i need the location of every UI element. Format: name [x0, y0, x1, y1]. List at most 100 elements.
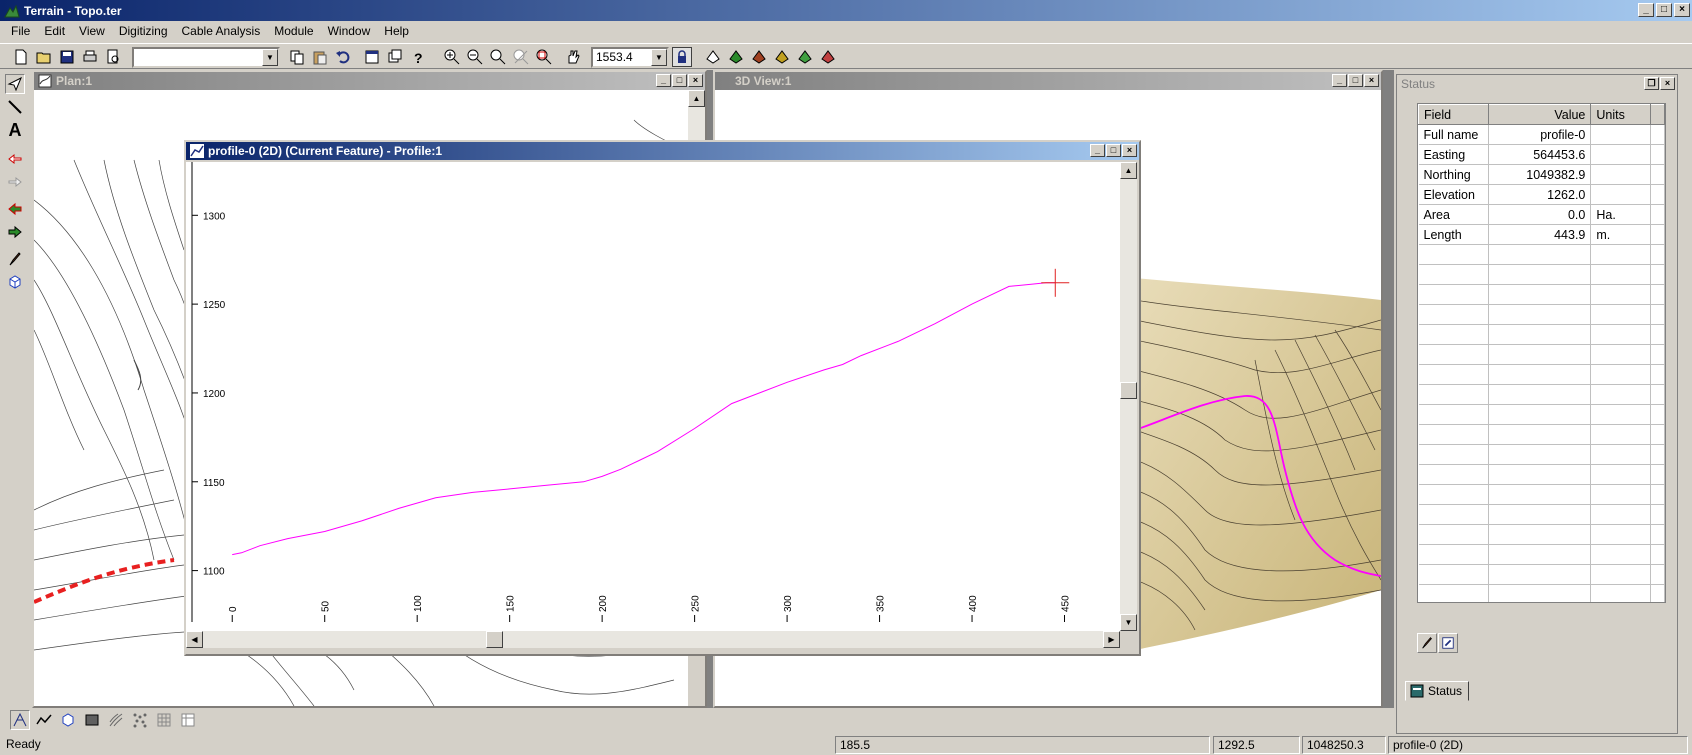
points-icon[interactable] — [130, 710, 150, 730]
render-5-icon[interactable] — [795, 47, 815, 67]
new-file-icon[interactable] — [11, 47, 31, 67]
menu-module[interactable]: Module — [267, 21, 320, 41]
menu-file[interactable]: File — [4, 21, 37, 41]
status-header-field[interactable]: Field — [1418, 104, 1489, 125]
close-button[interactable]: × — [1674, 3, 1690, 17]
menu-view[interactable]: View — [72, 21, 112, 41]
3d-view-titlebar[interactable]: 3D View:1 _ □ × — [715, 72, 1381, 90]
brush-icon[interactable] — [5, 249, 25, 269]
3d-cube-icon[interactable] — [58, 710, 78, 730]
layer-combo[interactable]: ▼ — [132, 47, 280, 68]
render-1-icon[interactable] — [703, 47, 723, 67]
profile-view-icon[interactable] — [34, 710, 54, 730]
zoom-window-icon[interactable] — [534, 47, 554, 67]
plan-view-icon[interactable] — [10, 710, 30, 730]
status-header-units[interactable]: Units — [1590, 104, 1652, 125]
status-close-button[interactable]: × — [1660, 77, 1675, 90]
menu-cable-analysis[interactable]: Cable Analysis — [175, 21, 268, 41]
window-icon[interactable] — [385, 47, 405, 67]
shaded-view-icon[interactable] — [82, 710, 102, 730]
empty-cell — [1590, 564, 1652, 585]
plan-close-button[interactable]: × — [688, 74, 703, 87]
3d-minimize-button[interactable]: _ — [1332, 74, 1347, 87]
profile-window-titlebar[interactable]: profile-0 (2D) (Current Feature) - Profi… — [186, 142, 1139, 160]
profile-chart-area[interactable]: 1100 1150 1200 1250 1300 0 50 100 150 200 250 300 3… — [186, 162, 1120, 631]
profile-maximize-button[interactable]: □ — [1106, 144, 1121, 157]
status-restore-button[interactable]: ❐ — [1644, 77, 1659, 90]
status-panel-titlebar[interactable]: Status ❐ × — [1397, 75, 1677, 93]
cube-icon[interactable] — [5, 272, 25, 292]
print-icon[interactable] — [80, 47, 100, 67]
scroll-down-icon[interactable]: ▼ — [1120, 614, 1137, 631]
plan-minimize-button[interactable]: _ — [656, 74, 671, 87]
pan-icon[interactable] — [563, 47, 583, 67]
table-row[interactable]: Full name profile-0 — [1418, 124, 1665, 145]
plan-window-titlebar[interactable]: Plan:1 _ □ × — [34, 72, 705, 90]
status-edit-icon[interactable] — [1438, 633, 1458, 653]
3d-close-button[interactable]: × — [1364, 74, 1379, 87]
remove-point-icon[interactable] — [5, 172, 25, 192]
scroll-right-icon[interactable]: ▶ — [1103, 631, 1120, 648]
render-3-icon[interactable] — [749, 47, 769, 67]
empty-cell — [1590, 584, 1652, 602]
line-tool-icon[interactable] — [5, 97, 25, 117]
zoom-in-icon[interactable] — [442, 47, 462, 67]
select-arrow-icon[interactable] — [5, 74, 25, 94]
menu-edit[interactable]: Edit — [37, 21, 72, 41]
status-header-value[interactable]: Value — [1487, 104, 1592, 125]
empty-cell — [1488, 524, 1592, 545]
vertical-scroll-thumb[interactable] — [1120, 382, 1137, 399]
move-left-icon[interactable] — [5, 199, 25, 219]
chevron-down-icon[interactable]: ▼ — [651, 49, 667, 66]
table-row[interactable]: Area 0.0 Ha. — [1418, 204, 1665, 225]
zoom-out-icon[interactable] — [465, 47, 485, 67]
contours-icon[interactable] — [106, 710, 126, 730]
insert-point-icon[interactable] — [5, 149, 25, 169]
plan-maximize-button[interactable]: □ — [672, 74, 687, 87]
maximize-button[interactable]: □ — [1656, 3, 1672, 17]
3d-maximize-button[interactable]: □ — [1348, 74, 1363, 87]
status-brush-icon[interactable] — [1417, 633, 1437, 653]
print-preview-icon[interactable] — [103, 47, 123, 67]
minimize-button[interactable]: _ — [1638, 3, 1654, 17]
horizontal-scroll-thumb[interactable] — [486, 631, 503, 648]
zoom-extents-icon[interactable] — [488, 47, 508, 67]
profile-minimize-button[interactable]: _ — [1090, 144, 1105, 157]
move-right-icon[interactable] — [5, 222, 25, 242]
scroll-up-icon[interactable]: ▲ — [1120, 162, 1137, 179]
help-icon[interactable]: ? — [408, 47, 428, 67]
scroll-left-icon[interactable]: ◀ — [186, 631, 203, 648]
render-2-icon[interactable] — [726, 47, 746, 67]
empty-cell — [1418, 364, 1489, 385]
render-6-icon[interactable] — [818, 47, 838, 67]
table-row[interactable]: Length 443.9 m. — [1418, 224, 1665, 245]
undo-icon[interactable] — [333, 47, 353, 67]
plan-profile-path — [34, 558, 175, 604]
menu-digitizing[interactable]: Digitizing — [112, 21, 175, 41]
open-folder-icon[interactable] — [34, 47, 54, 67]
profile-window[interactable]: profile-0 (2D) (Current Feature) - Profi… — [184, 140, 1141, 656]
table-view-icon[interactable] — [178, 710, 198, 730]
paste-icon[interactable] — [310, 47, 330, 67]
save-icon[interactable] — [57, 47, 77, 67]
properties-icon[interactable] — [362, 47, 382, 67]
scale-combo[interactable]: 1553.4 ▼ — [591, 47, 669, 68]
text-tool-icon[interactable]: A — [5, 120, 25, 140]
menu-window[interactable]: Window — [321, 21, 378, 41]
profile-vertical-scrollbar[interactable]: ▲ ▼ — [1120, 162, 1137, 631]
profile-close-button[interactable]: × — [1122, 144, 1137, 157]
grid-icon[interactable] — [154, 710, 174, 730]
profile-horizontal-scrollbar[interactable]: ◀ ▶ — [186, 631, 1120, 648]
chevron-down-icon[interactable]: ▼ — [262, 49, 278, 66]
render-4-icon[interactable] — [772, 47, 792, 67]
status-coord-2: 1292.5 — [1213, 736, 1300, 754]
table-row[interactable]: Easting 564453.6 — [1418, 144, 1665, 165]
zoom-previous-icon[interactable] — [511, 47, 531, 67]
menu-help[interactable]: Help — [377, 21, 416, 41]
scroll-up-icon[interactable]: ▲ — [688, 90, 705, 107]
table-row[interactable]: Elevation 1262.0 — [1418, 184, 1665, 205]
tab-status[interactable]: Status — [1405, 681, 1469, 701]
copy-icon[interactable] — [287, 47, 307, 67]
table-row[interactable]: Northing 1049382.9 — [1418, 164, 1665, 185]
lock-icon[interactable] — [672, 47, 692, 67]
